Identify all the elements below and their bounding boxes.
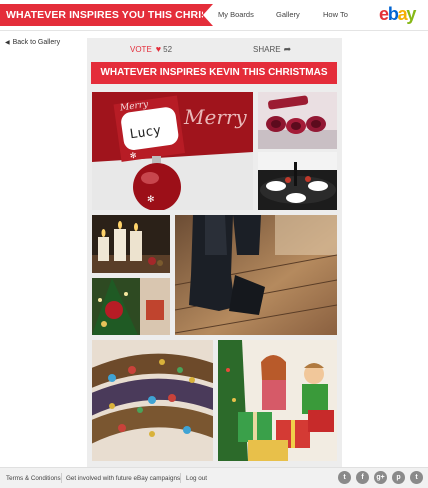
nav-my-boards[interactable]: My Boards	[218, 10, 254, 19]
footer-link-log-out[interactable]: Log out	[186, 475, 207, 482]
ornament-place-card-image: Merry Merry Lucy ✻ ✻	[92, 92, 253, 210]
page: WHATEVER INSPIRES YOU THIS CHRISTMAS My …	[0, 0, 428, 488]
photo-ornament-place-card[interactable]: Merry Merry Lucy ✻ ✻	[92, 92, 253, 210]
footer-link-get-involved[interactable]: Get involved with future eBay campaigns	[66, 475, 180, 482]
share-arrow-icon: ➦	[283, 44, 292, 54]
photo-table-setting[interactable]	[258, 152, 337, 210]
inspiration-board: VOTE ♥ 52 SHARE ➦ WHATEVER INSPIRES KEVIN T…	[87, 38, 342, 468]
boots-floor-image	[175, 215, 337, 335]
campaign-banner[interactable]: WHATEVER INSPIRES YOU THIS CHRISTMAS	[0, 4, 238, 26]
share-label: SHARE	[253, 45, 281, 54]
footer: Terms & Conditions Get involved with fut…	[0, 467, 428, 488]
tree-ornaments-image	[92, 278, 170, 335]
back-to-gallery-link[interactable]: ◀ Back to Gallery	[5, 39, 60, 46]
share-button[interactable]: SHARE ➦	[253, 44, 291, 55]
tumblr-icon[interactable]: t	[410, 471, 423, 484]
nav-how-to[interactable]: How To	[323, 10, 348, 19]
heart-icon: ♥	[155, 44, 162, 54]
board-title: WHATEVER INSPIRES KEVIN THIS CHRISTMAS	[91, 62, 337, 84]
napkin-rings-image	[258, 92, 337, 149]
footer-separator	[180, 473, 181, 483]
footer-link-terms[interactable]: Terms & Conditions	[6, 475, 61, 482]
facebook-icon[interactable]: f	[356, 471, 369, 484]
candles-image	[92, 215, 170, 273]
background-merry-text: Merry	[183, 105, 247, 129]
header: WHATEVER INSPIRES YOU THIS CHRISTMAS My …	[0, 0, 428, 31]
photo-napkin-rings[interactable]	[258, 92, 337, 149]
svg-text:✻: ✻	[147, 194, 155, 204]
table-setting-image	[258, 152, 337, 210]
nav-gallery[interactable]: Gallery	[276, 10, 300, 19]
ebay-logo[interactable]: ebay	[379, 4, 416, 24]
twitter-icon[interactable]: t	[338, 471, 351, 484]
back-arrow-icon: ◀	[5, 40, 10, 46]
jeweled-bracelets-image	[92, 340, 213, 461]
footer-separator	[61, 473, 62, 483]
photo-tree-ornaments[interactable]	[92, 278, 170, 335]
vote-count: 52	[163, 45, 173, 54]
kids-presents-image	[218, 340, 337, 461]
back-to-gallery-label: Back to Gallery	[12, 39, 61, 46]
photo-kids-presents[interactable]	[218, 340, 337, 461]
vote-button[interactable]: VOTE ♥ 52	[130, 44, 172, 54]
photo-boots-floor[interactable]	[175, 215, 337, 335]
photo-jeweled-bracelets[interactable]	[92, 340, 213, 461]
pinterest-icon[interactable]: p	[392, 471, 405, 484]
google-plus-icon[interactable]: g+	[374, 471, 387, 484]
photo-candles[interactable]	[92, 215, 170, 273]
vote-label: VOTE	[130, 45, 152, 54]
